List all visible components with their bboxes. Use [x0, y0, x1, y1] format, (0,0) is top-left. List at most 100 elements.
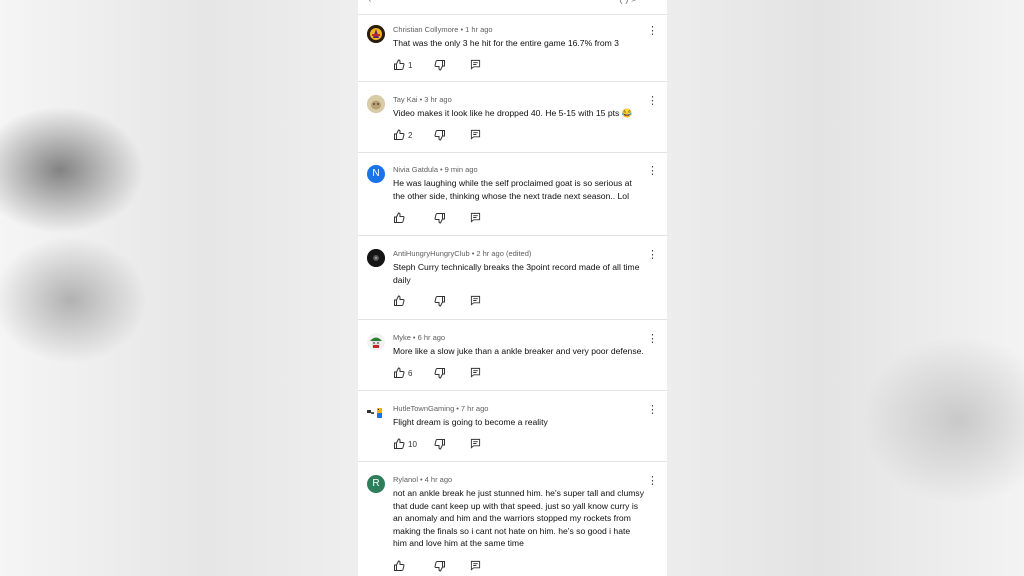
comment-time: 7 hr ago [460, 404, 489, 413]
dislike-button[interactable] [434, 129, 446, 141]
thumbs-up-icon [394, 59, 405, 70]
reply-button[interactable] [470, 59, 481, 70]
comment-actions [393, 560, 513, 572]
more-options-icon[interactable]: ⋮ [647, 165, 658, 177]
avatar[interactable]: R [367, 475, 385, 493]
reply-button[interactable] [470, 438, 481, 449]
comment-actions: 2 [393, 129, 513, 141]
comment-time: 4 hr ago [424, 475, 453, 484]
reply-button[interactable] [470, 367, 481, 378]
comment-meta: Rylanol • 4 hr ago [393, 475, 453, 484]
thumbs-down-icon [434, 368, 445, 379]
reply-icon [470, 295, 481, 306]
more-options-icon[interactable]: ⋮ [647, 25, 658, 37]
comment-item: HutleTownGaming • 7 hr ago ⋮ Flight dream … [358, 391, 667, 462]
dislike-button[interactable] [434, 295, 446, 307]
comment-author[interactable]: Nivia Gatdula [393, 165, 438, 174]
like-button[interactable] [393, 560, 405, 572]
thumbs-up-icon [394, 367, 405, 378]
like-button[interactable] [393, 59, 405, 71]
more-options-icon[interactable]: ⋮ [647, 404, 658, 416]
thumbs-up-icon [394, 295, 405, 306]
thumbs-up-icon [394, 212, 405, 223]
reply-button[interactable] [470, 212, 481, 223]
thumbs-up-icon [394, 129, 405, 140]
like-button[interactable] [393, 212, 405, 224]
thumbs-down-icon [434, 130, 445, 141]
comment-meta: Nivia Gatdula • 9 min ago [393, 165, 478, 174]
comment-meta: AntiHungryHungryClub • 2 hr ago (edited) [393, 249, 532, 258]
reply-icon [470, 129, 481, 140]
reply-icon [470, 438, 481, 449]
like-button[interactable] [393, 129, 405, 141]
comment-item: Myke • 6 hr ago ⋮ More like a slow juke th… [358, 320, 667, 391]
more-options-icon[interactable]: ⋮ [647, 95, 658, 107]
comment-meta: Myke • 6 hr ago [393, 333, 446, 342]
dislike-button[interactable] [434, 438, 446, 450]
comment-item: Tay Kai • 3 hr ago ⋮ Video makes it look l… [358, 82, 667, 153]
like-count: 1 [408, 61, 413, 70]
comment-actions: 6 [393, 367, 513, 379]
like-button[interactable] [393, 438, 405, 450]
comment-time: 6 hr ago [417, 333, 446, 342]
comment-author[interactable]: AntiHungryHungryClub [393, 249, 470, 258]
comment-item: Christian Collymore • 1 hr ago ⋮ That was … [358, 15, 667, 82]
comment-actions: 10 [393, 438, 513, 450]
like-count: 6 [408, 369, 413, 378]
comment-actions [393, 295, 513, 307]
thumbs-down-icon [434, 296, 445, 307]
comments-panel[interactable]: ‹ ( ) ⌕ Christian Collymore•1 hr ago ⋮ T… [358, 0, 667, 576]
reply-button[interactable] [470, 560, 481, 571]
comment-actions [393, 212, 513, 224]
comment-text: More like a slow juke than a ankle break… [393, 346, 644, 356]
thumbs-down-icon [434, 213, 445, 224]
comment-author[interactable]: Rylanol [393, 475, 418, 484]
search-icon[interactable]: ( ) ⌕ [619, 0, 637, 5]
like-button[interactable] [393, 295, 405, 307]
dislike-button[interactable] [434, 560, 446, 572]
pixel-art-avatar[interactable] [367, 404, 385, 422]
comment-meta: Christian Collymore • 1 hr ago [393, 25, 493, 34]
more-options-icon[interactable]: ⋮ [647, 333, 658, 345]
comment-item: R Rylanol • 4 hr ago ⋮ not an ankle break … [358, 462, 667, 576]
comment-actions: 1 [393, 59, 513, 71]
dark-photo-avatar[interactable] [367, 249, 385, 267]
thumbs-down-icon [434, 561, 445, 572]
comment-time: 9 min ago [444, 165, 478, 174]
lakers-logo-avatar[interactable] [367, 25, 385, 43]
reply-button[interactable] [470, 129, 481, 140]
comment-text: Video makes it look like he dropped 40. … [393, 108, 633, 118]
thumbs-up-icon [394, 560, 405, 571]
comment-time: 1 hr ago [465, 25, 493, 34]
dislike-button[interactable] [434, 59, 446, 71]
dislike-button[interactable] [434, 367, 446, 379]
comment-text: not an ankle break he just stunned him. … [393, 488, 645, 548]
comment-item: N Nivia Gatdula • 9 min ago ⋮ He was laugh… [358, 153, 667, 236]
comment-author[interactable]: HutleTownGaming [393, 404, 454, 413]
green-character-avatar[interactable] [367, 333, 385, 351]
like-button[interactable] [393, 367, 405, 379]
comment-meta: HutleTownGaming • 7 hr ago [393, 404, 489, 413]
comment-text: Steph Curry technically breaks the 3poin… [393, 262, 640, 285]
comment-time: 2 hr ago (edited) [476, 249, 532, 258]
reply-button[interactable] [470, 295, 481, 306]
comment-text: Flight dream is going to become a realit… [393, 417, 548, 427]
comment-time: 3 hr ago [424, 95, 452, 104]
back-icon[interactable]: ‹ [368, 0, 371, 5]
more-options-icon[interactable]: ⋮ [647, 475, 658, 487]
like-count: 2 [408, 131, 413, 140]
top-bar: ‹ ( ) ⌕ [358, 0, 667, 15]
reply-icon [470, 59, 481, 70]
thumbs-down-icon [434, 60, 445, 71]
comment-author[interactable]: Tay Kai [393, 95, 418, 104]
comment-item: AntiHungryHungryClub • 2 hr ago (edited) ⋮… [358, 236, 667, 320]
avatar[interactable]: N [367, 165, 385, 183]
more-options-icon[interactable]: ⋮ [647, 249, 658, 261]
comment-text: He was laughing while the self proclaime… [393, 178, 632, 201]
dog-photo-avatar[interactable] [367, 95, 385, 113]
comment-author[interactable]: Christian Collymore [393, 25, 458, 34]
thumbs-up-icon [394, 438, 405, 449]
comment-author[interactable]: Myke [393, 333, 411, 342]
thumbs-down-icon [434, 439, 445, 450]
dislike-button[interactable] [434, 212, 446, 224]
